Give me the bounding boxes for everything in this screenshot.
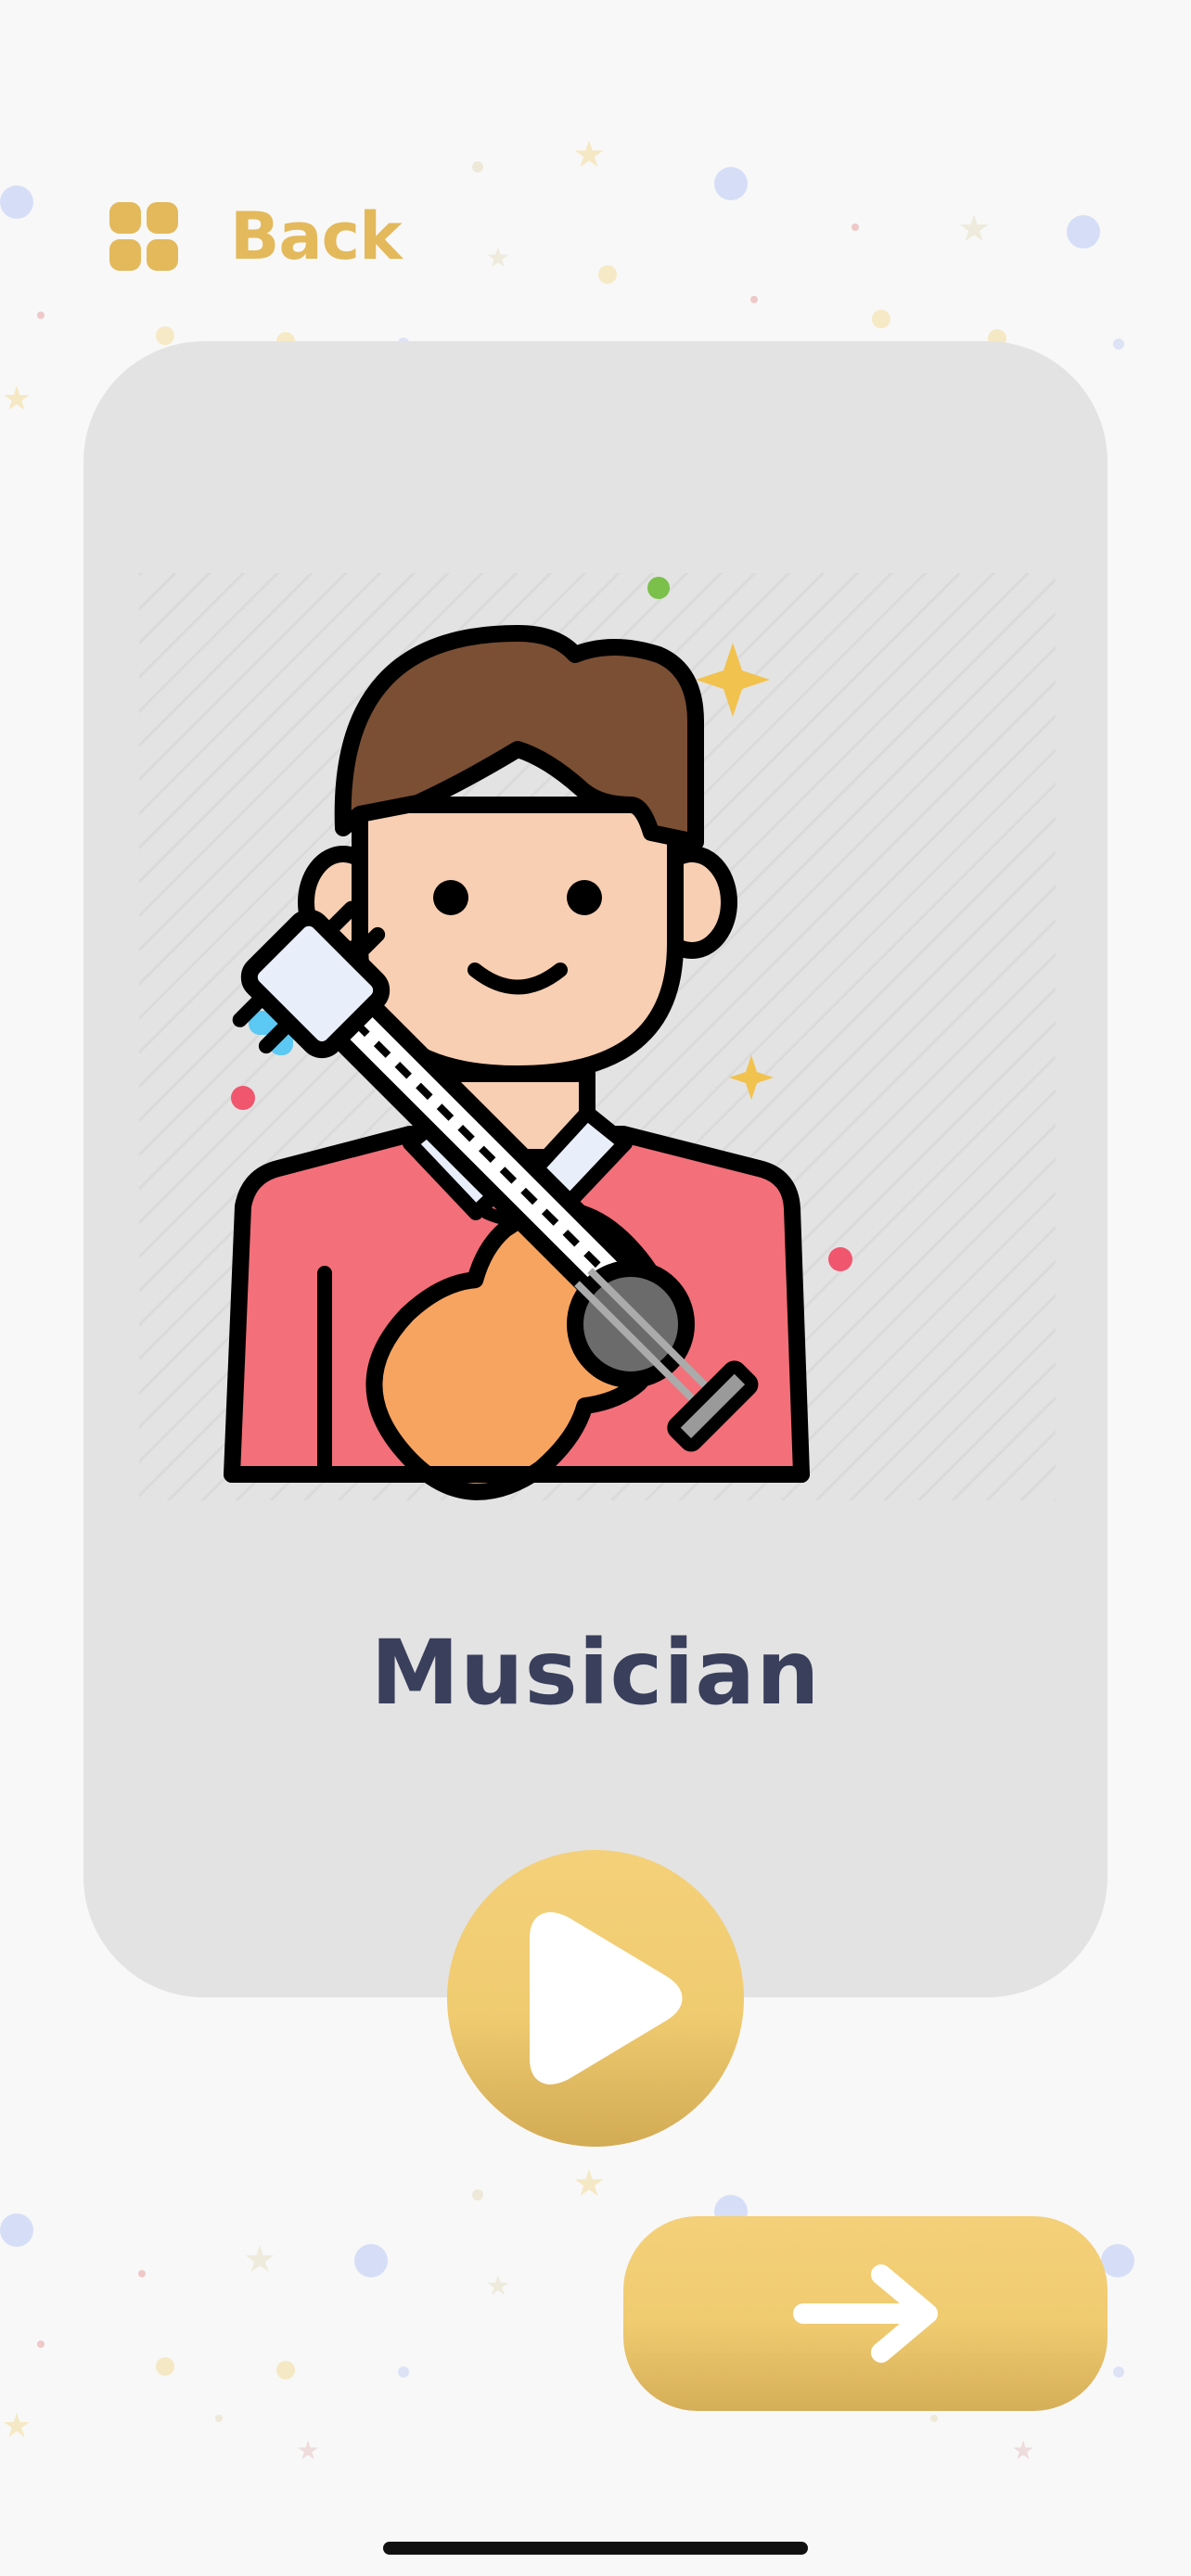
- svg-text:★: ★: [486, 242, 511, 274]
- svg-text:★: ★: [2, 380, 32, 418]
- next-button[interactable]: [623, 2216, 1108, 2411]
- svg-text:★: ★: [296, 2435, 319, 2466]
- grid-icon: [109, 202, 178, 271]
- svg-text:★: ★: [572, 134, 606, 176]
- arrow-right-icon: [793, 2264, 938, 2363]
- svg-text:★: ★: [572, 2162, 606, 2205]
- home-indicator: [383, 2542, 808, 2555]
- svg-text:★: ★: [243, 2238, 276, 2281]
- svg-text:★: ★: [1011, 2435, 1034, 2466]
- musician-illustration: [139, 573, 1056, 1500]
- play-button[interactable]: [447, 1850, 744, 2147]
- play-icon: [530, 1912, 683, 2085]
- svg-text:★: ★: [486, 2270, 511, 2302]
- back-button[interactable]: Back: [109, 190, 403, 283]
- flashcard: Musician: [83, 341, 1108, 1997]
- svg-text:★: ★: [2, 2407, 32, 2445]
- back-label: Back: [230, 198, 403, 274]
- svg-text:★: ★: [957, 208, 991, 250]
- card-title: Musician: [370, 1621, 821, 1725]
